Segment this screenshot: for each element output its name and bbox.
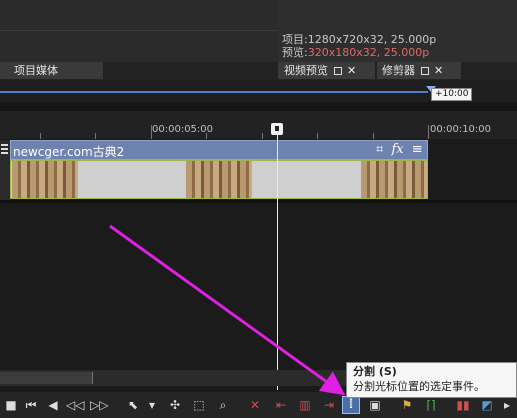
playhead-line[interactable]: [277, 125, 278, 390]
trim-start-icon[interactable]: ⇤: [272, 396, 290, 414]
close-icon[interactable]: ✕: [434, 62, 443, 79]
timeline-ruler[interactable]: 00:00:05:00 00:00:10:00: [0, 111, 517, 139]
project-info: 项目:1280x720x32, 25.000p 预览:320x180x32, 2…: [282, 33, 436, 59]
tooltip: 分割 (S) 分割光标位置的选定事件。: [346, 362, 517, 398]
ruler-tick: [428, 125, 429, 139]
trim-icon[interactable]: ▥: [296, 396, 314, 414]
go-start-icon[interactable]: ⏮: [22, 396, 40, 414]
delete-icon[interactable]: ✕: [246, 396, 264, 414]
maximize-icon[interactable]: [334, 67, 342, 75]
ruler-label: 00:00:10:00: [430, 124, 492, 135]
divider: [0, 200, 517, 203]
ruler-tick: [317, 133, 318, 139]
envelope-tool-icon[interactable]: ✣: [166, 396, 184, 414]
crop-icon[interactable]: ⌗: [376, 142, 383, 157]
tab-label: 修剪器: [382, 64, 415, 77]
menu-icon[interactable]: ≡: [412, 142, 423, 157]
empty-track-area[interactable]: [428, 140, 517, 200]
normal-edit-tool-icon[interactable]: ⬉: [124, 396, 142, 414]
more-icon[interactable]: ▸: [498, 396, 516, 414]
clip-thumbnail: [12, 161, 78, 198]
fx-icon[interactable]: fx: [391, 142, 403, 157]
tab-label: 项目媒体: [14, 64, 58, 77]
clip-thumbnail: [361, 161, 427, 198]
split-icon: ⫿: [349, 399, 353, 410]
tooltip-description: 分割光标位置的选定事件。: [353, 380, 485, 393]
preview-value: 320x180x32, 25.000p: [307, 46, 430, 59]
clip-controls: ⌗ fx ≡: [376, 142, 423, 157]
tooltip-title: 分割 (S): [353, 365, 397, 378]
ruler-tick: [373, 133, 374, 139]
project-label: 项目:: [282, 33, 308, 46]
selection-tool-icon[interactable]: ⬚: [190, 396, 208, 414]
divider: [0, 30, 278, 31]
loop-region-bar[interactable]: [0, 91, 428, 93]
trim-end-icon[interactable]: ⇥: [320, 396, 338, 414]
clip-title: newcger.com古典2: [13, 145, 125, 159]
marker-icon[interactable]: ⚑: [398, 396, 416, 414]
tab-project-media[interactable]: 项目媒体: [0, 62, 104, 79]
lock-icon[interactable]: ▣: [366, 396, 384, 414]
zoom-tool-icon[interactable]: ⌕: [214, 396, 232, 414]
scrollbar-thumb[interactable]: [0, 372, 93, 384]
maximize-icon[interactable]: [421, 67, 429, 75]
split-button[interactable]: ⫿: [342, 396, 360, 414]
region-icon[interactable]: ⌈⌉: [422, 396, 440, 414]
insert-icon[interactable]: ▮▮: [454, 396, 472, 414]
ruler-label: 00:00:05:00: [152, 124, 214, 135]
snap-icon[interactable]: ◩: [478, 396, 496, 414]
ruler-tick: [40, 133, 41, 139]
ruler-tick: [95, 133, 96, 139]
ruler-tick: [262, 133, 263, 139]
top-left-panel: [0, 0, 278, 62]
dropdown-icon[interactable]: ▾: [146, 396, 158, 414]
playhead-handle[interactable]: [271, 123, 283, 135]
loop-length-badge: +10:00: [431, 88, 473, 101]
tab-trimmer[interactable]: 修剪器 ✕: [377, 62, 462, 79]
project-value: 1280x720x32, 25.000p: [307, 33, 437, 46]
stop-icon[interactable]: ■: [2, 396, 20, 414]
divider: [0, 103, 517, 111]
tab-label: 视频预览: [284, 64, 328, 77]
play-next-icon[interactable]: ▷▷: [90, 396, 108, 414]
clip-thumbnail: [186, 161, 252, 198]
close-icon[interactable]: ✕: [347, 62, 356, 79]
prev-frame-icon[interactable]: ◀: [44, 396, 62, 414]
tab-video-preview[interactable]: 视频预览 ✕: [278, 62, 376, 79]
preview-label: 预览:: [282, 46, 308, 59]
play-prev-icon[interactable]: ◁◁: [66, 396, 84, 414]
track-menu-icon[interactable]: [0, 142, 9, 156]
